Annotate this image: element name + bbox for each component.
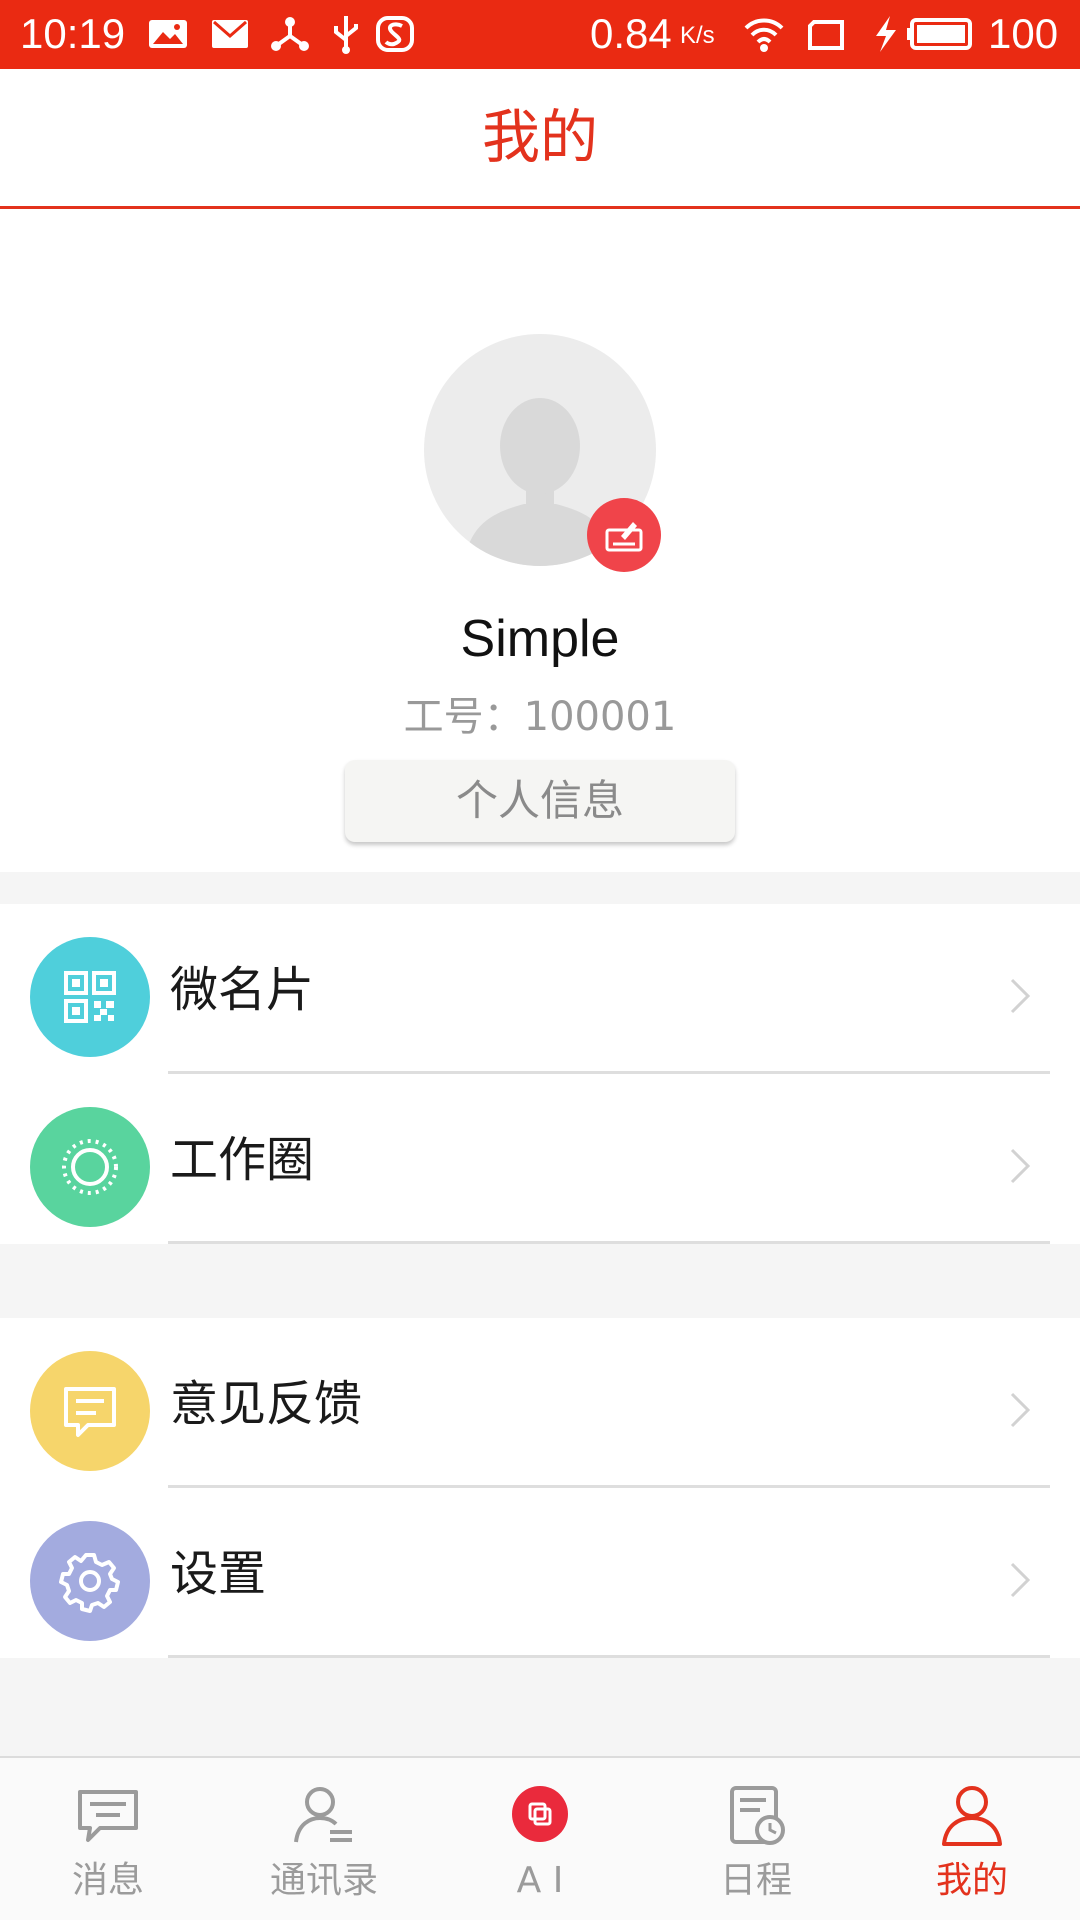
- menu-item-label: 微名片: [170, 962, 315, 1018]
- tab-schedule[interactable]: 日程: [648, 1758, 864, 1920]
- personal-info-button[interactable]: 个人信息: [345, 760, 735, 842]
- menu-item-feedback[interactable]: 意见反馈: [0, 1318, 1080, 1488]
- user-name: Simple: [460, 610, 620, 668]
- edit-avatar-button[interactable]: [587, 498, 661, 572]
- menu-item-work-circle[interactable]: 工作圈: [0, 1074, 1080, 1244]
- menu-item-label: 意见反馈: [170, 1376, 363, 1432]
- ai-icon: [512, 1786, 568, 1842]
- feedback-icon: [30, 1351, 150, 1471]
- tab-profile[interactable]: 我的: [864, 1758, 1080, 1920]
- tab-label: 消息: [71, 1860, 144, 1901]
- mail-icon: [212, 20, 248, 48]
- menu-item-business-card[interactable]: 微名片: [0, 904, 1080, 1074]
- employee-id: 工号：100001: [403, 694, 677, 740]
- battery-level: 100: [988, 10, 1059, 57]
- message-icon: [78, 1790, 138, 1842]
- wifi-icon: [744, 18, 784, 52]
- circle-icon: [30, 1107, 150, 1227]
- menu-item-label: 设置: [170, 1546, 267, 1602]
- tab-label: 我的: [935, 1860, 1008, 1901]
- tab-label: 通讯录: [269, 1860, 378, 1901]
- chevron-right-icon: [1010, 1392, 1031, 1428]
- tab-label: 日程: [719, 1860, 792, 1901]
- tab-label: A I: [516, 1860, 564, 1901]
- menu-item-settings[interactable]: 设置: [0, 1488, 1080, 1658]
- tab-ai[interactable]: A I: [432, 1758, 648, 1920]
- chevron-right-icon: [1010, 1562, 1031, 1598]
- menu-item-label: 工作圈: [170, 1132, 315, 1188]
- chevron-right-icon: [1010, 1148, 1031, 1184]
- share-icon: [271, 17, 309, 51]
- sim-icon: [808, 20, 844, 50]
- tab-messages[interactable]: 消息: [0, 1758, 216, 1920]
- gallery-icon: [149, 20, 187, 48]
- profile-icon: [942, 1786, 1002, 1846]
- tab-contacts[interactable]: 通讯录: [216, 1758, 432, 1920]
- profile-section: Simple 工号：100001 个人信息: [0, 212, 1080, 872]
- sogou-icon: [376, 16, 414, 52]
- section-divider: [0, 1658, 1080, 1756]
- usb-icon: [334, 16, 358, 54]
- status-bar: 10:19 0.84 K/s 100: [0, 0, 1080, 69]
- network-speed: 0.84: [590, 10, 672, 57]
- charging-icon: [876, 16, 896, 52]
- network-speed-unit: K/s: [680, 22, 715, 49]
- qr-code-icon: [30, 937, 150, 1057]
- page-header: 我的: [0, 69, 1080, 209]
- edit-icon: [605, 522, 643, 552]
- contacts-icon: [294, 1787, 352, 1843]
- section-divider: [0, 872, 1080, 904]
- battery-icon: [907, 18, 972, 50]
- bottom-navigation: 消息 通讯录 A I 日程 我的: [0, 1756, 1080, 1920]
- page-title: 我的: [481, 103, 598, 171]
- section-divider: [0, 1244, 1080, 1318]
- chevron-right-icon: [1010, 978, 1031, 1014]
- schedule-icon: [730, 1786, 785, 1845]
- gear-icon: [30, 1521, 150, 1641]
- status-time: 10:19: [20, 10, 126, 57]
